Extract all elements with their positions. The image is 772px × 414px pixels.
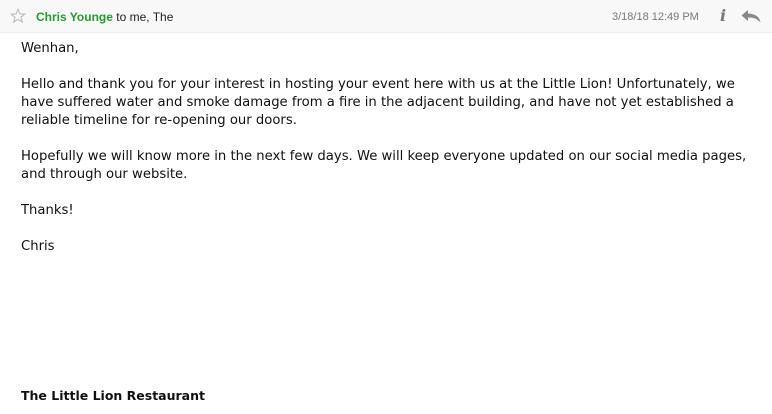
- signoff: Thanks!: [21, 203, 74, 218]
- signature-name: Chris: [21, 239, 55, 254]
- body-paragraph: Hello and thank you for your interest in…: [21, 77, 735, 128]
- info-icon[interactable]: i: [716, 6, 730, 26]
- sender-name[interactable]: Chris Younge: [36, 10, 113, 24]
- star-icon[interactable]: [10, 8, 26, 24]
- from-line: Chris Younge to me, The: [36, 10, 173, 24]
- signature-organization: The Little Lion Restaurant: [21, 388, 205, 403]
- body-paragraph: Hopefully we will know more in the next …: [21, 149, 747, 182]
- recipients-summary[interactable]: to me, The: [116, 10, 173, 24]
- message-date: 3/18/18 12:49 PM: [612, 11, 699, 23]
- message-body: Wenhan, Hello and thank you for your int…: [21, 40, 766, 256]
- reply-arrow-icon[interactable]: [740, 8, 762, 24]
- message-header: Chris Younge to me, The 3/18/18 12:49 PM…: [0, 0, 772, 33]
- greeting: Wenhan,: [21, 41, 79, 56]
